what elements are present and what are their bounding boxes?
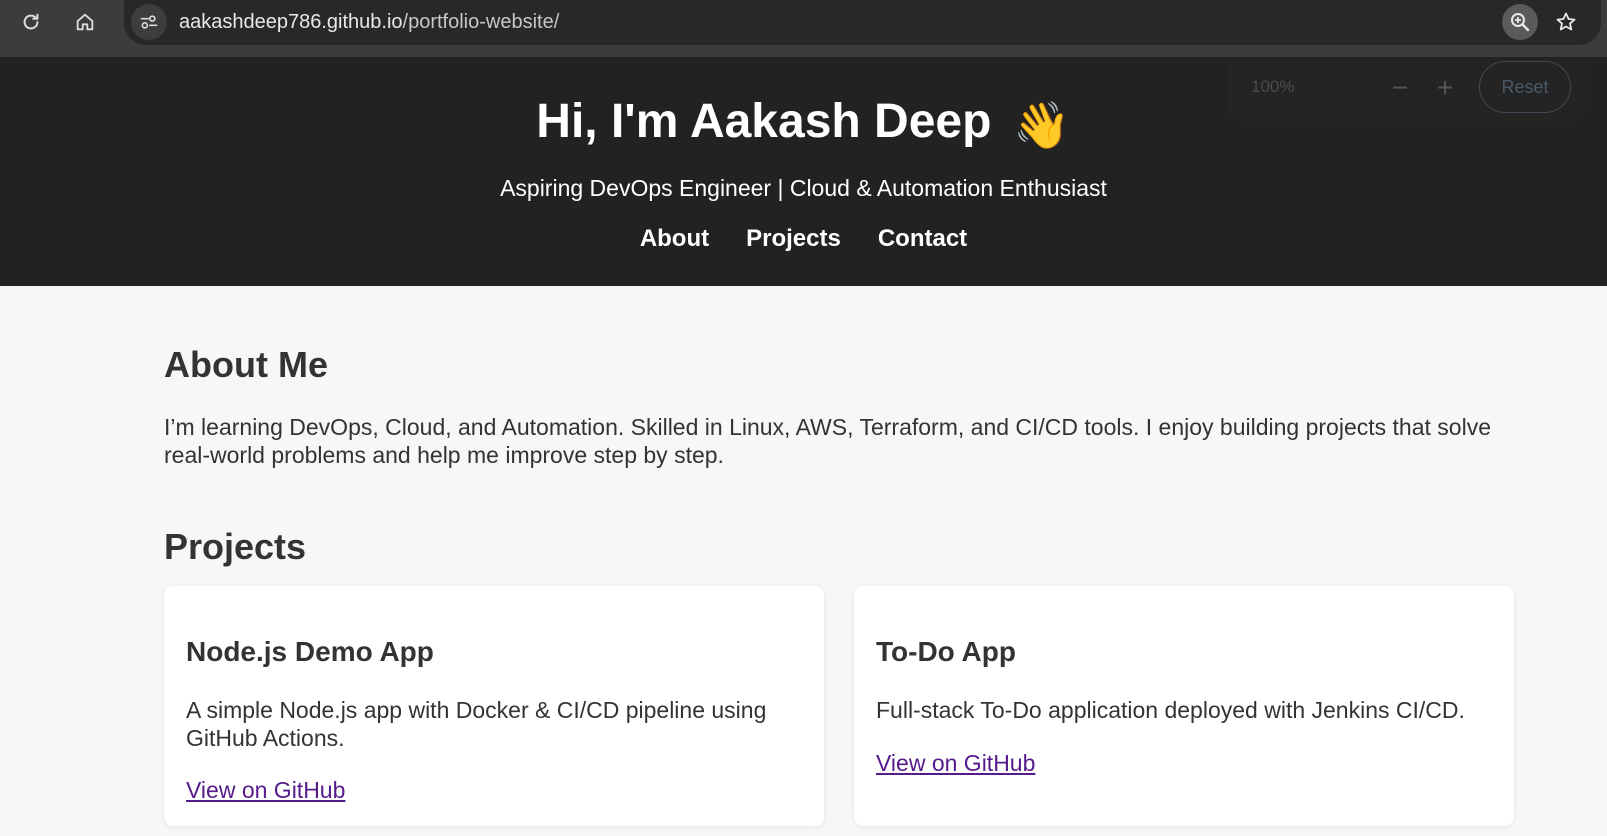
zoom-out-button[interactable]: − — [1383, 71, 1417, 105]
zoom-popup: 100% − + Reset — [1228, 58, 1586, 122]
project-card: Node.js Demo App A simple Node.js app wi… — [164, 586, 824, 826]
zoom-reset-button[interactable]: Reset — [1479, 61, 1571, 113]
github-link[interactable]: View on GitHub — [186, 777, 345, 804]
zoom-in-button[interactable]: + — [1428, 71, 1462, 105]
bookmark-star-icon — [1556, 12, 1576, 31]
browser-toolbar: aakashdeep786.github.io/portfolio-websit… — [0, 0, 1607, 57]
zoom-level: 100% — [1251, 77, 1295, 96]
site-info-button[interactable] — [131, 4, 167, 40]
projects-heading: Projects — [164, 526, 307, 567]
zoom-icon — [1511, 13, 1530, 32]
github-link[interactable]: View on GitHub — [876, 750, 1035, 777]
project-card: To-Do App Full-stack To-Do application d… — [854, 586, 1514, 826]
url-text[interactable]: aakashdeep786.github.io/portfolio-websit… — [179, 11, 559, 34]
hero-title-text: Hi, I'm Aakash Deep — [536, 95, 992, 148]
nav-link-projects[interactable]: Projects — [746, 225, 841, 253]
nav-link-about[interactable]: About — [640, 225, 709, 253]
waving-hand-icon: 👋 — [1013, 99, 1071, 151]
home-icon — [76, 13, 94, 31]
tagline: Aspiring DevOps Engineer | Cloud & Autom… — [500, 175, 1107, 201]
url-path: /portfolio-website/ — [402, 11, 560, 33]
reload-button[interactable] — [13, 4, 49, 40]
url-host: aakashdeep786.github.io — [179, 11, 403, 33]
about-heading: About Me — [164, 344, 328, 385]
reload-icon — [23, 13, 39, 30]
main-content: About Me I’m learning DevOps, Cloud, and… — [0, 286, 1607, 836]
project-title: Node.js Demo App — [186, 636, 434, 667]
address-bar[interactable]: aakashdeep786.github.io/portfolio-websit… — [124, 0, 1601, 45]
project-description: A simple Node.js app with Docker & CI/CD… — [186, 697, 767, 751]
zoom-button[interactable] — [1502, 4, 1538, 40]
project-title: To-Do App — [876, 636, 1016, 667]
nav-link-contact[interactable]: Contact — [878, 225, 967, 253]
bookmark-button[interactable] — [1548, 4, 1584, 40]
home-button[interactable] — [67, 4, 103, 40]
site-info-icon — [140, 15, 158, 29]
about-text: I’m learning DevOps, Cloud, and Automati… — [164, 414, 1491, 468]
site-nav: About Projects Contact — [0, 225, 1607, 253]
project-description: Full-stack To-Do application deployed wi… — [876, 697, 1465, 723]
